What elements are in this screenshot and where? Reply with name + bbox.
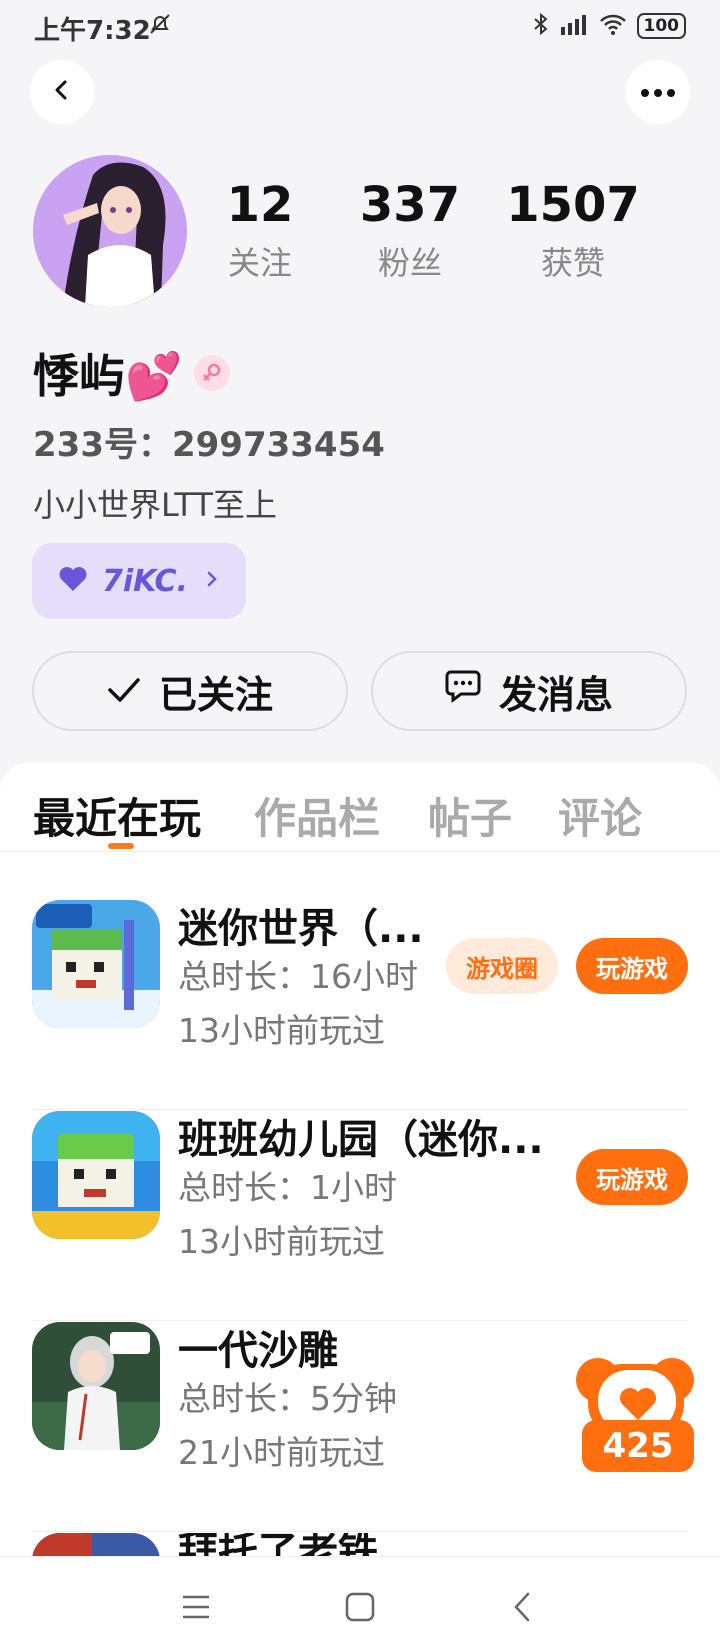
- chat-bubble-icon: [445, 669, 499, 713]
- menu-icon[interactable]: [176, 1587, 216, 1627]
- tab-indicator: [108, 843, 134, 849]
- tab-recently-played[interactable]: 最近在玩: [33, 785, 201, 846]
- divider: [32, 1320, 688, 1321]
- stat-likes[interactable]: 1507 获赞: [498, 176, 648, 284]
- game-list-item[interactable]: 迷你世界（... 总时长：16小时 13小时前玩过 游戏圈 玩游戏: [0, 900, 720, 1110]
- game-duration: 总时长：5分钟: [178, 1379, 397, 1418]
- game-icon-banban-kindergarten: [32, 1111, 160, 1239]
- game-title: 一代沙雕: [178, 1328, 338, 1374]
- game-title: 班班幼儿园（迷你...: [178, 1117, 544, 1163]
- avatar[interactable]: [33, 155, 187, 307]
- more-button[interactable]: [626, 60, 690, 124]
- back-button[interactable]: [30, 60, 94, 124]
- tab-posts[interactable]: 帖子: [428, 785, 512, 846]
- system-nav-bar: [0, 1556, 720, 1651]
- stat-value: 337: [359, 177, 461, 233]
- battery-icon: 100: [636, 13, 686, 39]
- game-circle-button[interactable]: 游戏圈: [446, 938, 558, 994]
- stat-label: 关注: [227, 244, 292, 282]
- mute-icon: [148, 12, 172, 40]
- floating-like-widget[interactable]: 425: [576, 1358, 694, 1474]
- stat-label: 粉丝: [377, 244, 442, 282]
- heart-icon: [58, 566, 88, 596]
- badge-label: 7iKC.: [102, 563, 188, 599]
- tab-bar: 最近在玩 作品栏 帖子 评论: [0, 763, 720, 853]
- play-game-button[interactable]: 玩游戏: [576, 938, 688, 994]
- group-badge[interactable]: 7iKC.: [32, 543, 246, 619]
- divider: [0, 851, 720, 852]
- status-time: 上午7:32: [34, 16, 151, 46]
- profile-name-row: 悸屿💕: [33, 340, 231, 406]
- profile-name: 悸屿💕: [33, 349, 183, 403]
- divider: [32, 1531, 688, 1532]
- signal-icon: [559, 13, 589, 39]
- bluetooth-icon: [533, 12, 549, 40]
- stat-value: 1507: [506, 177, 640, 233]
- status-bar: 上午7:32 100: [0, 0, 720, 56]
- play-game-button[interactable]: 玩游戏: [576, 1149, 688, 1205]
- user-id: 233号：299733454: [33, 425, 385, 465]
- more-dots-icon: [640, 83, 676, 102]
- wifi-icon: [599, 13, 627, 39]
- game-last-played: 21小时前玩过: [178, 1433, 385, 1472]
- back-nav-icon[interactable]: [502, 1587, 542, 1627]
- female-icon: [194, 355, 231, 391]
- game-icon-yidai-shadiao: [32, 1322, 160, 1450]
- stat-following[interactable]: 12 关注: [185, 176, 335, 284]
- check-icon: [107, 670, 159, 713]
- message-button[interactable]: 发消息: [371, 651, 687, 731]
- game-title: 迷你世界（...: [178, 906, 424, 952]
- tab-works[interactable]: 作品栏: [254, 785, 380, 846]
- stat-label: 获赞: [540, 244, 605, 282]
- followed-label: 已关注: [158, 674, 273, 717]
- status-icons: 100: [533, 12, 686, 40]
- tab-comments[interactable]: 评论: [558, 785, 642, 846]
- game-list-item[interactable]: 班班幼儿园（迷你... 总时长：1小时 13小时前玩过 玩游戏: [0, 1111, 720, 1321]
- game-last-played: 13小时前玩过: [178, 1222, 385, 1261]
- game-icon-mini-world: [32, 900, 160, 1028]
- game-list-item[interactable]: 拜托了老铁: [0, 1533, 720, 1556]
- game-duration: 总时长：1小时: [178, 1168, 397, 1207]
- stat-value: 12: [226, 177, 294, 233]
- stat-followers[interactable]: 337 粉丝: [335, 176, 485, 284]
- chevron-right-icon: [206, 570, 218, 592]
- game-title: 拜托了老铁: [178, 1533, 378, 1556]
- chevron-left-icon: [50, 78, 74, 106]
- like-count: 425: [582, 1420, 694, 1472]
- game-last-played: 13小时前玩过: [178, 1011, 385, 1050]
- message-label: 发消息: [498, 674, 613, 717]
- home-icon[interactable]: [340, 1587, 380, 1627]
- user-bio: 小小世界LTT至上: [33, 486, 277, 524]
- game-icon-baituo-laotie: [32, 1533, 160, 1556]
- followed-button[interactable]: 已关注: [32, 651, 348, 731]
- game-duration: 总时长：16小时: [178, 957, 418, 996]
